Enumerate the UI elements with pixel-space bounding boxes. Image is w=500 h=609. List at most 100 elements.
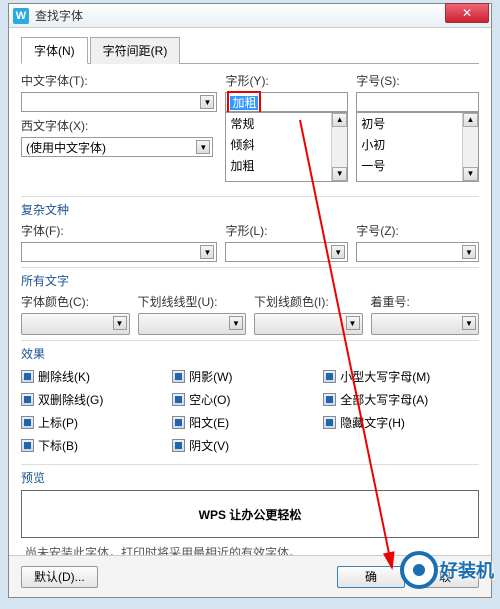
style-value: 加粗: [230, 96, 258, 110]
complex-style-combo[interactable]: ▼: [225, 242, 348, 262]
separator: [21, 464, 479, 465]
complex-size-combo[interactable]: ▼: [356, 242, 479, 262]
check-strike[interactable]: 删除线(K): [21, 368, 172, 385]
chevron-down-icon: ▼: [331, 245, 345, 259]
complex-font-combo[interactable]: ▼: [21, 242, 217, 262]
list-item[interactable]: 加粗: [226, 155, 347, 176]
check-label: 阳文(E): [189, 414, 229, 431]
scroll-down-icon[interactable]: ▼: [463, 167, 478, 181]
preview-section: 预览 WPS 让办公更轻松 尚未安装此字体，打印时将采用最相近的有效字体。: [21, 469, 479, 561]
list-item[interactable]: 小初: [357, 134, 478, 155]
size-listbox[interactable]: 初号 小初 一号 ▲ ▼: [356, 112, 479, 182]
chevron-down-icon: ▼: [196, 140, 210, 154]
check-emboss[interactable]: 阳文(E): [172, 414, 323, 431]
label-preview: 预览: [21, 471, 45, 485]
tab-font[interactable]: 字体(N): [21, 37, 88, 64]
checkbox-icon: [172, 370, 185, 383]
check-engrave[interactable]: 阴文(V): [172, 437, 323, 454]
checkbox-icon: [21, 370, 34, 383]
close-button[interactable]: ✕: [445, 3, 489, 23]
list-item[interactable]: 倾斜: [226, 134, 347, 155]
label-underline-color: 下划线颜色(I):: [254, 293, 363, 310]
label-west-font: 西文字体(X):: [21, 117, 213, 134]
check-sub[interactable]: 下标(B): [21, 437, 172, 454]
scroll-up-icon[interactable]: ▲: [332, 113, 347, 127]
footer: 默认(D)... 确 取: [9, 555, 491, 597]
label-font-f: 字体(F):: [21, 222, 217, 239]
label-emphasis: 着重号:: [371, 293, 480, 310]
label-complex: 复杂文种: [21, 203, 69, 217]
underline-style-combo[interactable]: ▼: [138, 313, 247, 335]
titlebar: W 查找字体 ✕: [9, 4, 491, 28]
scroll-down-icon[interactable]: ▼: [332, 167, 347, 181]
check-super[interactable]: 上标(P): [21, 414, 172, 431]
label-size: 字号(S):: [356, 72, 479, 89]
separator: [21, 340, 479, 341]
list-item[interactable]: 常规: [226, 113, 347, 134]
chevron-down-icon: ▼: [113, 316, 127, 330]
separator: [21, 196, 479, 197]
scrollbar[interactable]: ▲ ▼: [462, 113, 478, 181]
list-item[interactable]: 初号: [357, 113, 478, 134]
checkbox-icon: [323, 370, 336, 383]
chevron-down-icon: ▼: [200, 95, 214, 109]
label-underline-style: 下划线线型(U):: [138, 293, 247, 310]
west-font-combo[interactable]: (使用中文字体) ▼: [21, 137, 213, 157]
check-label: 阴影(W): [189, 368, 232, 385]
checkbox-icon: [21, 439, 34, 452]
list-item[interactable]: 一号: [357, 155, 478, 176]
check-label: 删除线(K): [38, 368, 90, 385]
style-input[interactable]: 加粗: [225, 92, 348, 112]
checkbox-icon: [323, 393, 336, 406]
check-label: 隐藏文字(H): [340, 414, 405, 431]
west-font-value: (使用中文字体): [24, 139, 106, 156]
check-label: 双删除线(G): [38, 391, 103, 408]
checkbox-icon: [172, 439, 185, 452]
size-input[interactable]: [356, 92, 479, 112]
effects-section: 效果 删除线(K) 阴影(W) 小型大写字母(M) 双删除线(G) 空心(O) …: [21, 345, 479, 460]
cn-font-combo[interactable]: ▼: [21, 92, 217, 112]
chevron-down-icon: ▼: [200, 245, 214, 259]
scroll-up-icon[interactable]: ▲: [463, 113, 478, 127]
check-label: 全部大写字母(A): [340, 391, 428, 408]
check-allcaps[interactable]: 全部大写字母(A): [323, 391, 474, 408]
style-highlight: 加粗: [227, 91, 261, 114]
chevron-down-icon: ▼: [229, 316, 243, 330]
cancel-button[interactable]: 取: [411, 566, 479, 588]
checkbox-icon: [21, 416, 34, 429]
scrollbar[interactable]: ▲ ▼: [331, 113, 347, 181]
font-color-combo[interactable]: ▼: [21, 313, 130, 335]
check-hollow[interactable]: 空心(O): [172, 391, 323, 408]
separator: [21, 267, 479, 268]
check-label: 空心(O): [189, 391, 230, 408]
label-effects: 效果: [21, 347, 45, 361]
checkbox-icon: [21, 393, 34, 406]
label-alltext: 所有文字: [21, 274, 69, 288]
default-button[interactable]: 默认(D)...: [21, 566, 98, 588]
checkbox-icon: [323, 416, 336, 429]
tab-spacing[interactable]: 字符间距(R): [90, 37, 181, 64]
emphasis-combo[interactable]: ▼: [371, 313, 480, 335]
chevron-down-icon: ▼: [346, 316, 360, 330]
check-label: 下标(B): [38, 437, 78, 454]
chevron-down-icon: ▼: [462, 316, 476, 330]
app-icon: W: [13, 8, 29, 24]
check-smallcaps[interactable]: 小型大写字母(M): [323, 368, 474, 385]
label-font-color: 字体颜色(C):: [21, 293, 130, 310]
preview-text: WPS 让办公更轻松: [199, 506, 302, 523]
label-style: 字形(Y):: [225, 72, 348, 89]
check-hidden[interactable]: 隐藏文字(H): [323, 414, 474, 431]
dialog-body: 字体(N) 字符间距(R) 中文字体(T): ▼ 字形(Y): 加粗 常规: [9, 28, 491, 569]
complex-section: 复杂文种 字体(F): ▼ 字形(L): ▼ 字号(Z): ▼: [21, 201, 479, 262]
ok-button[interactable]: 确: [337, 566, 405, 588]
label-size-z: 字号(Z):: [356, 222, 479, 239]
chevron-down-icon: ▼: [462, 245, 476, 259]
label-style-l: 字形(L):: [225, 222, 348, 239]
check-dstrike[interactable]: 双删除线(G): [21, 391, 172, 408]
preview-box: WPS 让办公更轻松: [21, 490, 479, 538]
underline-color-combo[interactable]: ▼: [254, 313, 363, 335]
check-label: 上标(P): [38, 414, 78, 431]
check-shadow[interactable]: 阴影(W): [172, 368, 323, 385]
style-listbox[interactable]: 常规 倾斜 加粗 ▲ ▼: [225, 112, 348, 182]
tab-strip: 字体(N) 字符间距(R): [21, 36, 479, 64]
